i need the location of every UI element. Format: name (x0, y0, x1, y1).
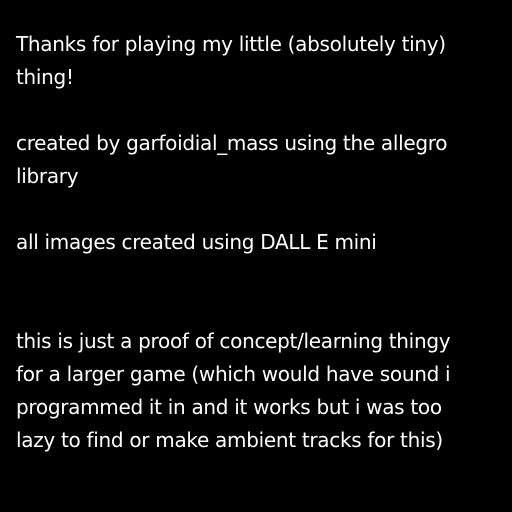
note-line-2: for a larger game (which would have soun… (16, 362, 451, 386)
images-credit: all images created using DALL E mini (16, 230, 377, 254)
created-by-line-2: library (16, 164, 79, 188)
thanks-line-2: thing! (16, 65, 74, 89)
note-line-1: this is just a proof of concept/learning… (16, 329, 451, 353)
thanks-line-1: Thanks for playing my little (absolutely… (16, 32, 446, 56)
credits-screen: Thanks for playing my little (absolutely… (0, 0, 512, 512)
note-line-3: programmed it in and it works but i was … (16, 395, 442, 419)
note-line-4: lazy to find or make ambient tracks for … (16, 428, 443, 452)
created-by-line-1: created by garfoidial_mass using the all… (16, 131, 448, 155)
